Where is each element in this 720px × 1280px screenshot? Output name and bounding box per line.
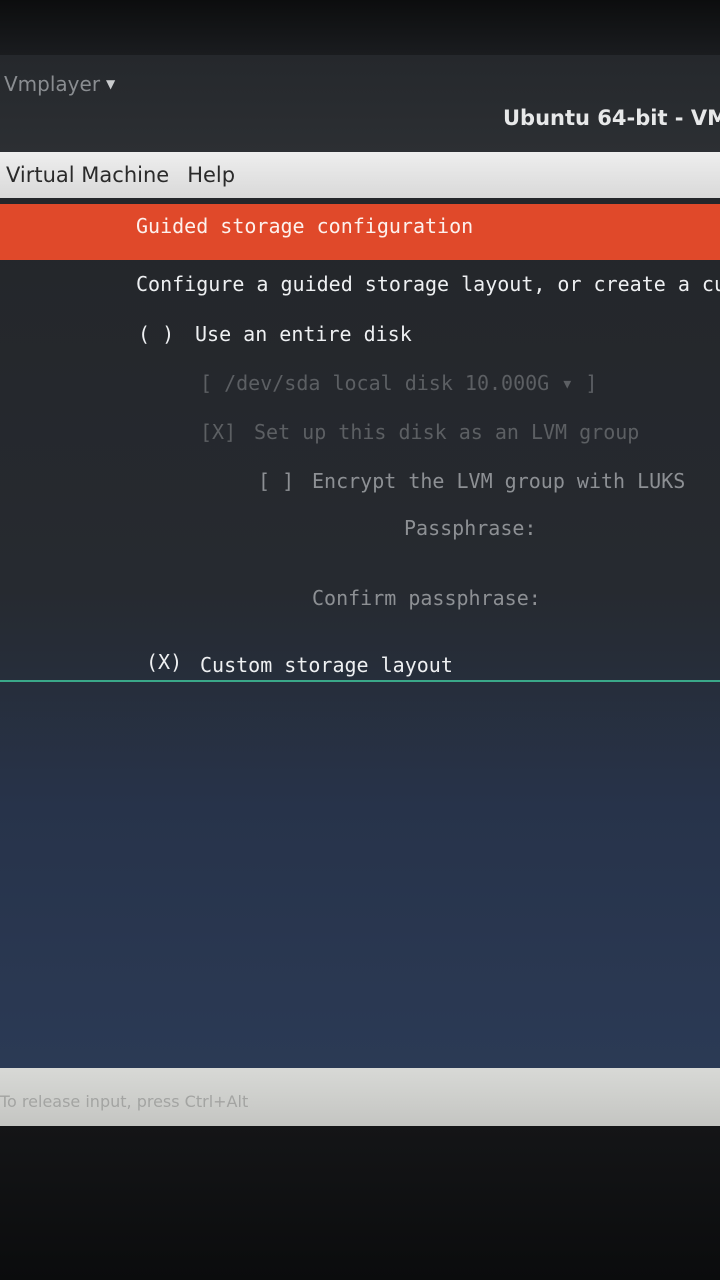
statusbar-text: To release input, press Ctrl+Alt: [0, 1092, 249, 1111]
caret-down-icon: ▼: [106, 77, 116, 91]
vmware-statusbar: To release input, press Ctrl+Alt: [0, 1068, 720, 1126]
lvm-checkbox-marker[interactable]: [X]: [200, 420, 236, 444]
confirm-passphrase-label: Confirm passphrase:: [312, 586, 541, 610]
window-titlebar: [0, 55, 720, 152]
radio-entire-disk-marker[interactable]: ( ): [138, 322, 174, 346]
installer-description: Configure a guided storage layout, or cr…: [136, 272, 720, 296]
menu-help[interactable]: Help: [181, 163, 241, 187]
passphrase-label: Passphrase:: [404, 516, 537, 540]
radio-entire-disk-label[interactable]: Use an entire disk: [195, 322, 412, 346]
menubar: Virtual Machine Help: [0, 152, 720, 198]
menu-virtual-machine[interactable]: Virtual Machine: [0, 163, 175, 187]
window-title: Ubuntu 64-bit - VMw: [503, 106, 720, 130]
monitor-bezel-top: [0, 0, 720, 55]
installer-divider: [0, 680, 720, 682]
vmplayer-menu-label: Vmplayer: [4, 72, 101, 96]
radio-custom-layout-label[interactable]: Custom storage layout: [200, 653, 453, 677]
vmplayer-menu[interactable]: Vmplayer ▼: [4, 72, 115, 96]
monitor-bezel-bottom: [0, 1126, 720, 1280]
installer-header-title: Guided storage configuration: [136, 214, 474, 238]
vm-screen[interactable]: Guided storage configuration Configure a…: [0, 198, 720, 1068]
lvm-checkbox-label[interactable]: Set up this disk as an LVM group: [254, 420, 639, 444]
radio-custom-layout-marker[interactable]: (X): [146, 650, 182, 674]
luks-checkbox-marker[interactable]: [ ]: [258, 469, 294, 493]
luks-checkbox-label[interactable]: Encrypt the LVM group with LUKS: [312, 469, 685, 493]
disk-select[interactable]: [ /dev/sda local disk 10.000G ▾ ]: [200, 371, 597, 395]
